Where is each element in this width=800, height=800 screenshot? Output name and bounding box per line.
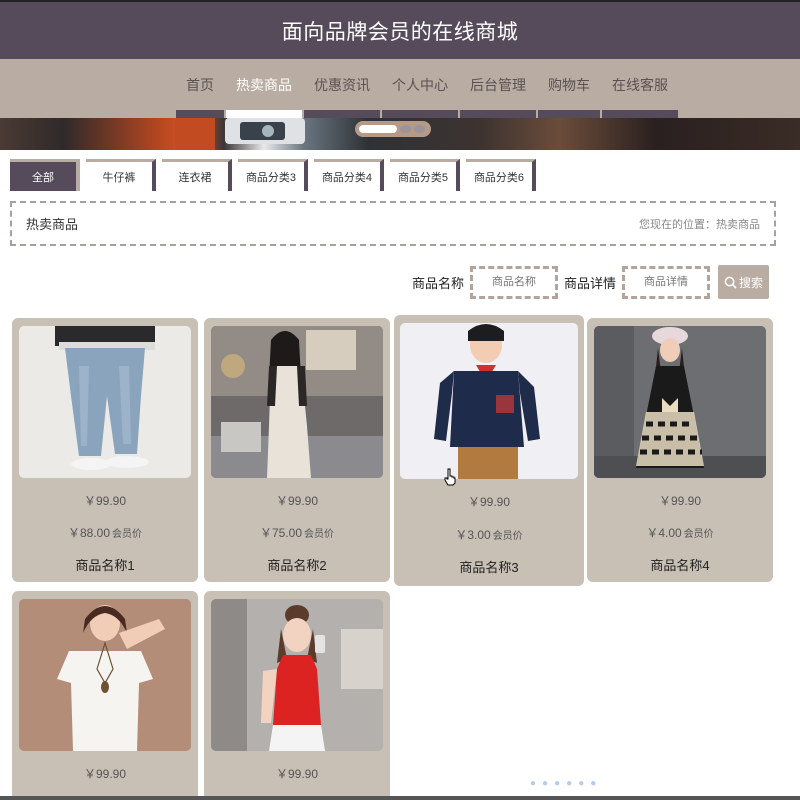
carousel-indicator	[355, 121, 431, 137]
product-price: ￥99.90	[83, 767, 127, 781]
hand-cursor-icon	[444, 468, 456, 486]
category-tab-3[interactable]: 商品分类3	[238, 159, 308, 191]
section-title: 热卖商品	[26, 217, 79, 232]
product-price: ￥99.90	[275, 767, 319, 781]
member-price: ￥75.00 会员价	[259, 526, 335, 540]
nav-label: 优惠资讯	[314, 77, 370, 93]
product-card-1[interactable]: ￥99.90 ￥88.00 会员价 商品名称1	[12, 318, 198, 582]
carousel-dot-active[interactable]	[359, 125, 397, 133]
search-icon	[724, 276, 737, 289]
product-price: ￥99.90	[467, 495, 511, 509]
carousel-dot[interactable]	[400, 125, 411, 133]
category-tab-4[interactable]: 商品分类4	[314, 159, 384, 191]
category-tab-5[interactable]: 商品分类5	[390, 159, 460, 191]
product-name[interactable]: 商品名称1	[12, 555, 198, 574]
product-image[interactable]	[211, 326, 383, 478]
ime-icon: ●	[566, 778, 573, 789]
product-price: ￥99.90	[658, 494, 702, 508]
nav-label: 购物车	[548, 77, 590, 93]
input-method-toolbar: ● ● ● ● ● ●	[530, 778, 596, 789]
nav-label: 个人中心	[392, 77, 448, 93]
nav-item-cart[interactable]: 购物车	[538, 59, 600, 118]
detail-search-input[interactable]	[622, 265, 710, 299]
nav-label: 热卖商品	[236, 77, 292, 93]
nav-item-user-center[interactable]: 个人中心	[382, 59, 458, 118]
nav-item-customer-service[interactable]: 在线客服	[602, 59, 678, 118]
category-tabs: 全部 牛仔裤 连衣裙 商品分类3 商品分类4 商品分类5 商品分类6	[10, 159, 542, 193]
category-tab-6[interactable]: 商品分类6	[466, 159, 536, 191]
nav-item-admin[interactable]: 后台管理	[460, 59, 536, 118]
name-search-input[interactable]	[469, 265, 558, 299]
product-image[interactable]	[19, 599, 191, 751]
nav-item-hot-products[interactable]: 热卖商品	[226, 59, 302, 118]
name-search-label: 商品名称	[411, 275, 464, 291]
product-name[interactable]: 商品名称3	[394, 557, 584, 576]
product-card-3[interactable]: ￥99.90 ￥3.00 会员价 商品名称3	[394, 315, 584, 586]
product-card-4[interactable]: ￥99.90 ￥4.00 会员价 商品名称4	[587, 318, 773, 582]
product-image[interactable]	[211, 599, 383, 751]
site-header: 面向品牌会员的在线商城	[0, 2, 800, 59]
nav-item-deals-news[interactable]: 优惠资讯	[304, 59, 380, 118]
ime-icon: ●	[554, 778, 561, 789]
nav-label: 在线客服	[612, 77, 668, 93]
main-nav: 首页 热卖商品 优惠资讯 个人中心 后台管理 购物车 在线客服	[0, 59, 800, 118]
product-name[interactable]: 商品名称4	[587, 555, 773, 574]
product-card-6[interactable]: ￥99.90	[204, 591, 390, 800]
nav-item-home[interactable]: 首页	[176, 59, 224, 118]
category-tab-dresses[interactable]: 连衣裙	[162, 159, 232, 191]
carousel-dot[interactable]	[414, 125, 425, 133]
site-title: 面向品牌会员的在线商城	[281, 20, 519, 44]
ime-icon: ●	[578, 778, 585, 789]
member-price: ￥88.00 会员价	[67, 526, 143, 540]
product-card-5[interactable]: ￥99.90	[12, 591, 198, 800]
ime-icon: ●	[542, 778, 549, 789]
nav-label: 后台管理	[470, 77, 526, 93]
product-image[interactable]	[19, 326, 191, 478]
ime-icon: ●	[530, 778, 537, 789]
breadcrumb: 热卖商品 您现在的位置：热卖商品	[10, 201, 776, 246]
member-price: ￥3.00 会员价	[455, 528, 523, 542]
current-location: 您现在的位置：热卖商品	[639, 218, 760, 231]
category-tab-jeans[interactable]: 牛仔裤	[86, 159, 156, 191]
ime-icon: ●	[590, 778, 597, 789]
search-button-label: 搜索	[738, 275, 763, 290]
nav-label: 首页	[186, 77, 214, 93]
product-image[interactable]	[400, 323, 578, 479]
search-bar: 商品名称 商品详情 搜索	[412, 265, 769, 299]
detail-search-label: 商品详情	[563, 275, 616, 291]
search-button[interactable]: 搜索	[718, 265, 769, 299]
product-name[interactable]: 商品名称2	[204, 555, 390, 574]
bottom-border	[0, 796, 800, 800]
category-tab-all[interactable]: 全部	[10, 159, 80, 191]
product-price: ￥99.90	[275, 494, 319, 508]
member-price: ￥4.00 会员价	[646, 526, 714, 540]
product-card-2[interactable]: ￥99.90 ￥75.00 会员价 商品名称2	[204, 318, 390, 582]
product-image[interactable]	[594, 326, 766, 478]
product-price: ￥99.90	[83, 494, 127, 508]
